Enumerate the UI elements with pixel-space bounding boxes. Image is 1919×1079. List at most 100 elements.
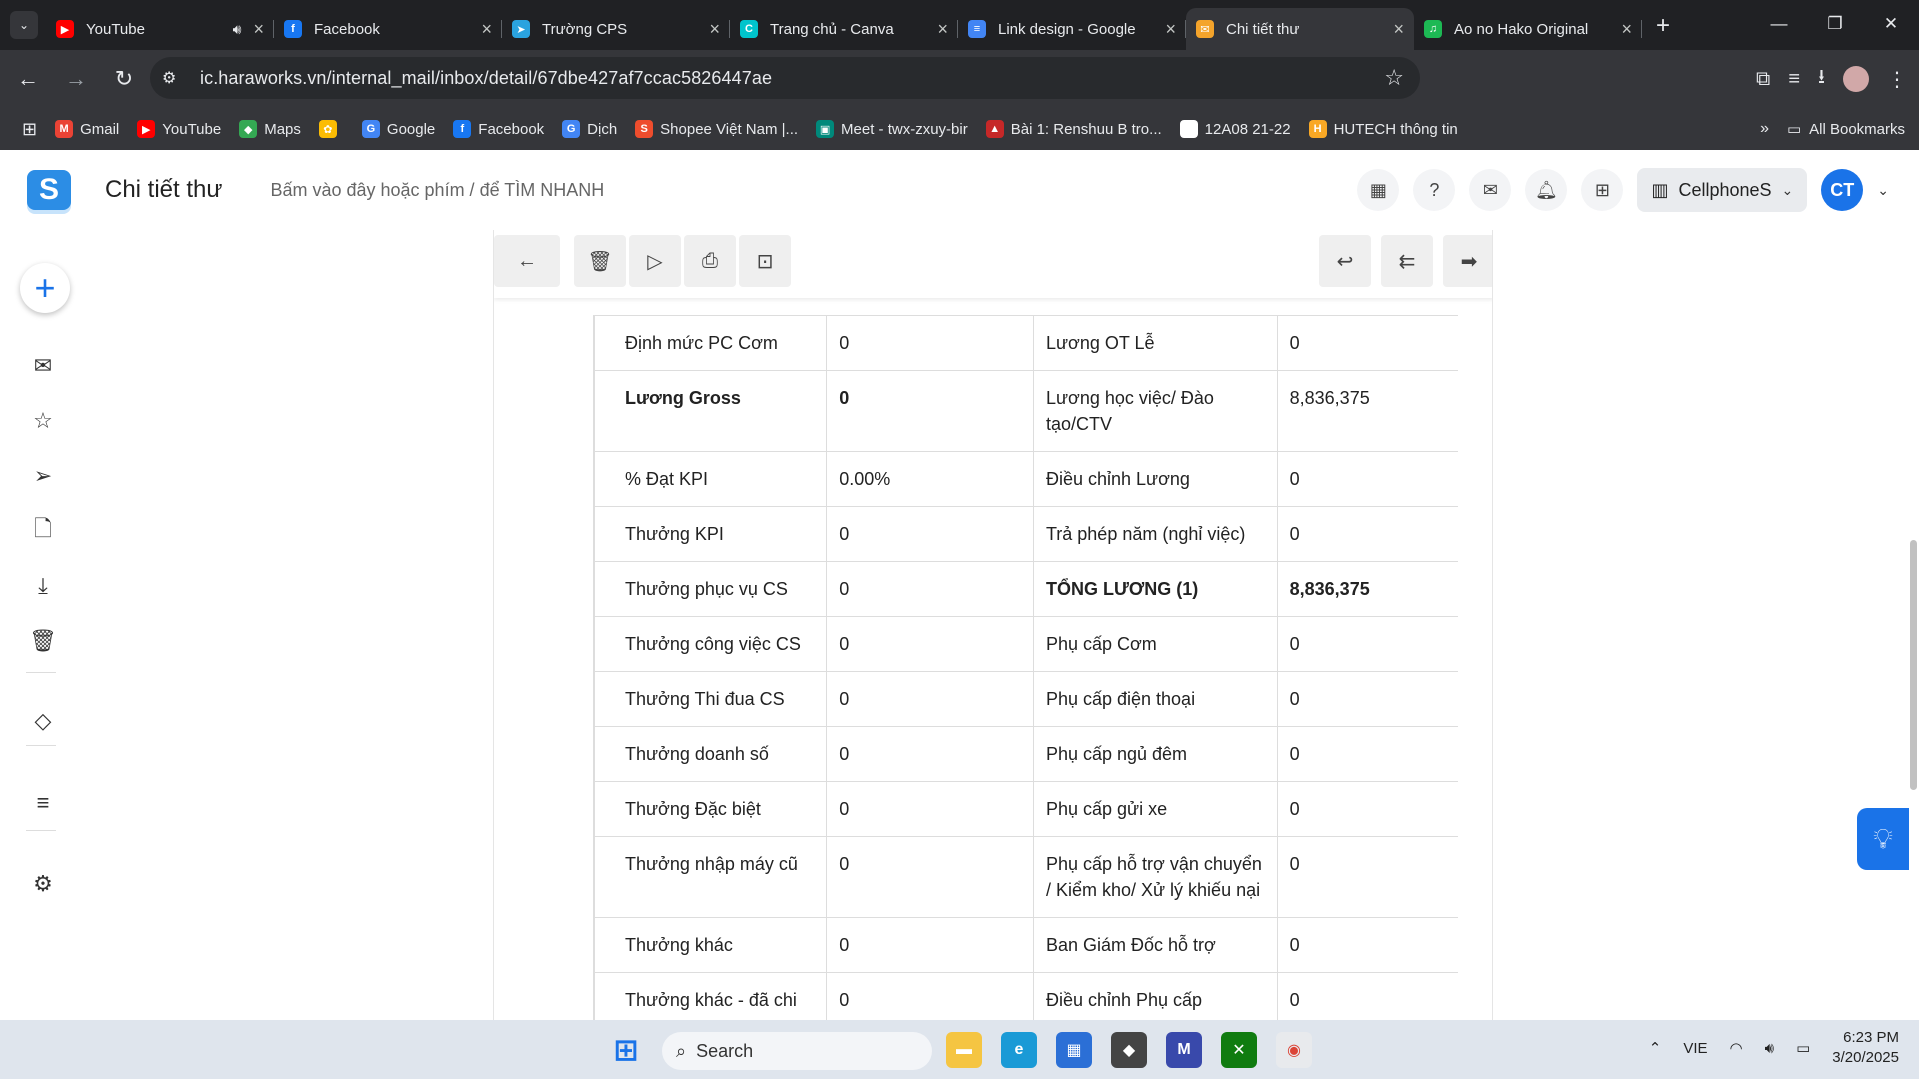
bookmark-icon: S (635, 120, 654, 138)
app-logo[interactable]: S (27, 170, 71, 210)
archive-icon[interactable]: ⤓ (25, 568, 61, 604)
app-icon[interactable]: M (1166, 1032, 1202, 1068)
bookmark-item[interactable]: 12A08 21-22 (1179, 120, 1291, 138)
browser-tab[interactable]: C Trang chủ - Canva × (730, 8, 958, 50)
forward-icon[interactable]: → (56, 66, 96, 92)
bookmark-item[interactable]: H HUTECH thông tin (1308, 120, 1458, 138)
user-menu-chevron-icon[interactable]: ⌄ (1877, 182, 1889, 199)
bookmark-item[interactable]: ▣ Meet - twx-zxuy-bir (816, 120, 968, 138)
browser-tab[interactable]: ➤ Trường CPS × (502, 8, 730, 50)
item-label: Phụ cấp gửi xe (1032, 781, 1278, 837)
restore-button[interactable]: ❐ (1807, 0, 1863, 48)
site-info-icon[interactable]: ⚙ (162, 68, 190, 88)
bell-icon[interactable]: 🔔︎ (1525, 169, 1568, 211)
windows-taskbar: ⊞ ⌕ Search ▬ e ▦ ◆ M ✕ ◉ ⌃ VIE ◠ 🔊︎ ▭ 6:… (0, 1020, 1919, 1079)
bookmark-item[interactable]: ▶ YouTube (137, 120, 221, 138)
calendar-icon[interactable]: ▦ (1357, 169, 1400, 211)
browser-tab[interactable]: ✉ Chi tiết thư × (1186, 8, 1414, 50)
delete-icon[interactable]: 🗑︎ (574, 235, 626, 287)
media-controls-icon[interactable]: ≡ (1788, 68, 1800, 91)
close-tab-icon[interactable]: × (1393, 19, 1404, 40)
send-icon[interactable]: ➢ (25, 458, 61, 494)
back-icon[interactable]: ← (8, 66, 48, 92)
volume-icon[interactable]: 🔊︎ (1765, 1040, 1774, 1057)
item-value: 0.00% (826, 451, 1034, 507)
help-icon[interactable]: ? (1413, 169, 1456, 211)
bookmark-star-icon[interactable]: ☆ (1384, 65, 1404, 91)
page-scrollbar[interactable] (1910, 540, 1917, 790)
xbox-icon[interactable]: ✕ (1221, 1032, 1257, 1068)
compose-button[interactable]: + (20, 263, 70, 313)
youtube-icon: ▶ (56, 20, 74, 38)
draft-icon[interactable]: 🗋︎ (25, 513, 61, 549)
close-tab-icon[interactable]: × (481, 19, 492, 40)
bookmark-item[interactable]: ▲ Bài 1: Renshuu B tro... (985, 120, 1162, 138)
reply-all-icon[interactable]: ⇇ (1381, 235, 1433, 287)
profile-avatar[interactable] (1843, 66, 1869, 92)
item-value: 0 (1276, 781, 1458, 837)
battery-icon[interactable]: ▭ (1796, 1039, 1810, 1057)
windows-start-icon[interactable]: ⊞ (608, 1032, 644, 1068)
lightbulb-icon[interactable]: 💡︎ (1857, 808, 1909, 870)
apps-icon[interactable]: ⊞ (1581, 169, 1624, 211)
bookmark-item[interactable]: G Google (361, 120, 435, 138)
all-bookmarks-folder[interactable]: ▭ All Bookmarks (1787, 120, 1905, 139)
clock[interactable]: 6:23 PM 3/20/2025 (1832, 1028, 1899, 1068)
label-icon[interactable]: ▷ (629, 235, 681, 287)
bookmark-item[interactable]: ✿ (318, 120, 344, 138)
minimize-button[interactable]: — (1751, 0, 1807, 48)
browser-tab[interactable]: f Facebook × (274, 8, 502, 50)
print-icon[interactable]: ⎙ (684, 235, 736, 287)
back-arrow-icon[interactable]: ← (494, 235, 560, 287)
close-tab-icon[interactable]: × (709, 19, 720, 40)
extensions-icon[interactable]: ⧉ (1756, 68, 1770, 91)
download-icon[interactable]: ⭳ (1818, 62, 1825, 96)
browser-tab[interactable]: ≡ Link design - Google × (958, 8, 1186, 50)
browser-tab[interactable]: ▶ YouTube 🔊︎ × (46, 8, 274, 50)
apps-grid-icon[interactable]: ⊞ (22, 119, 37, 140)
star-icon[interactable]: ☆ (25, 403, 61, 439)
browser-tab[interactable]: ♫ Ao no Hako Original × (1414, 8, 1642, 50)
bookmark-item[interactable]: f Facebook (453, 120, 544, 138)
bookmark-item[interactable]: M Gmail (55, 120, 119, 138)
close-tab-icon[interactable]: × (253, 19, 264, 40)
filter-icon[interactable]: ≡ (25, 785, 61, 821)
address-bar[interactable]: ⚙ ic.haraworks.vn/internal_mail/inbox/de… (150, 57, 1420, 99)
forward-mail-icon[interactable]: ➡ (1443, 235, 1492, 287)
table-row: Thưởng khác 0 Ban Giám Đốc hỗ trợ 0 (593, 917, 1458, 973)
app-header: S Chi tiết thư Bấm vào đây hoặc phím / đ… (0, 150, 1919, 230)
reply-icon[interactable]: ↩ (1319, 235, 1371, 287)
url-text[interactable]: ic.haraworks.vn/internal_mail/inbox/deta… (200, 68, 1384, 89)
settings-gear-icon[interactable]: ⚙ (25, 866, 61, 902)
more-bookmarks-icon[interactable]: » (1760, 120, 1769, 138)
trash-icon[interactable]: 🗑︎ (25, 623, 61, 659)
chevron-up-icon[interactable]: ⌃ (1649, 1039, 1662, 1057)
close-tab-icon[interactable]: × (937, 19, 948, 40)
bookmark-item[interactable]: ◆ Maps (239, 120, 301, 138)
close-window-button[interactable]: ✕ (1863, 0, 1919, 48)
mail-icon[interactable]: ✉ (1469, 169, 1512, 211)
browser-menu-icon[interactable]: ⋮ (1887, 67, 1907, 92)
company-selector[interactable]: ▥ CellphoneS ⌄ (1637, 168, 1808, 212)
quick-search-input[interactable]: Bấm vào đây hoặc phím / để TÌM NHANH (270, 180, 604, 201)
chrome-icon[interactable]: ◉ (1276, 1032, 1312, 1068)
move-to-folder-icon[interactable]: ⊡ (739, 235, 791, 287)
bookmark-item[interactable]: S Shopee Việt Nam |... (635, 120, 798, 138)
language-indicator[interactable]: VIE (1683, 1040, 1707, 1057)
user-avatar[interactable]: CT (1821, 169, 1864, 211)
tag-icon[interactable]: ◇ (25, 703, 61, 739)
tab-search-button[interactable]: ⌄ (10, 11, 38, 39)
store-icon[interactable]: ▦ (1056, 1032, 1092, 1068)
taskbar-search[interactable]: ⌕ Search (662, 1032, 932, 1070)
close-tab-icon[interactable]: × (1621, 19, 1632, 40)
speaker-icon[interactable]: 🔊︎ (233, 21, 242, 38)
bookmark-item[interactable]: G Dịch (562, 120, 617, 138)
close-tab-icon[interactable]: × (1165, 19, 1176, 40)
app-icon[interactable]: ◆ (1111, 1032, 1147, 1068)
reload-icon[interactable]: ↻ (104, 66, 144, 92)
wifi-icon[interactable]: ◠ (1730, 1039, 1743, 1057)
edge-icon[interactable]: e (1001, 1032, 1037, 1068)
inbox-icon[interactable]: ✉ (25, 348, 61, 384)
new-tab-button[interactable]: + (1656, 12, 1670, 40)
file-explorer-icon[interactable]: ▬ (946, 1032, 982, 1068)
